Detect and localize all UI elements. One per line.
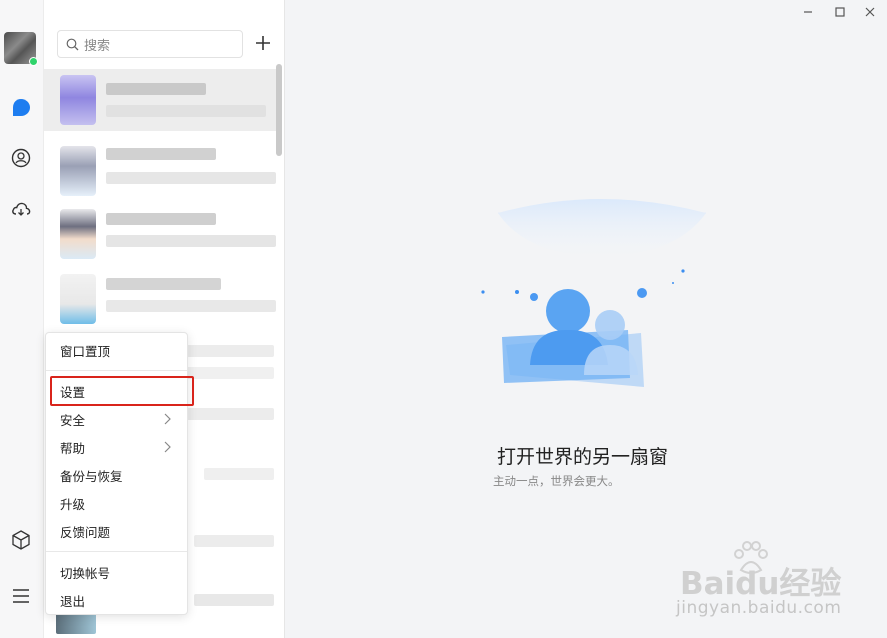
chat-name — [184, 345, 274, 357]
watermark-logo: Baidu经验 — [680, 566, 842, 602]
chat-avatar — [60, 274, 96, 324]
cube-icon[interactable] — [10, 529, 32, 551]
list-item[interactable] — [44, 140, 276, 202]
menu-item-help[interactable]: 帮助 — [46, 434, 187, 460]
cloud-icon[interactable] — [10, 198, 32, 220]
list-item[interactable] — [44, 268, 276, 330]
chat-name — [106, 213, 216, 225]
scrollbar[interactable] — [276, 64, 282, 156]
chat-bubble-icon[interactable] — [10, 97, 32, 119]
search-icon — [66, 38, 79, 50]
chat-name — [204, 468, 274, 480]
menu-item-security[interactable]: 安全 — [46, 406, 187, 432]
menu-item-pin-window[interactable]: 窗口置顶 — [46, 337, 187, 363]
chat-avatar — [60, 75, 96, 125]
settings-menu: 窗口置顶 设置 安全 帮助 备份与恢复 升级 反馈问题 切换帐号 退出 — [45, 332, 188, 615]
search-box[interactable]: 搜索 — [57, 30, 243, 58]
empty-state-illustration — [481, 199, 706, 387]
chat-avatar — [56, 612, 96, 634]
add-icon[interactable] — [252, 32, 274, 54]
chat-name — [194, 535, 274, 547]
empty-state-title: 打开世界的另一扇窗 — [294, 442, 878, 469]
chat-preview — [184, 367, 274, 379]
search-input[interactable]: 搜索 — [84, 35, 110, 54]
menu-item-feedback[interactable]: 反馈问题 — [46, 518, 187, 544]
menu-item-label: 安全 — [60, 412, 86, 428]
chevron-right-icon — [164, 441, 171, 453]
menu-item-upgrade[interactable]: 升级 — [46, 490, 187, 516]
contacts-icon[interactable] — [10, 147, 32, 169]
watermark-url: jingyan.baidu.com — [676, 598, 842, 618]
chat-preview — [106, 172, 276, 184]
empty-state-title-text: 打开世界的另一扇窗 — [497, 446, 669, 468]
menu-item-label: 帮助 — [60, 440, 86, 456]
chat-avatar — [60, 146, 96, 196]
maximize-icon[interactable] — [832, 4, 848, 20]
empty-state-subtitle: 主动一点，世界会更大。 — [294, 473, 878, 489]
navigation-rail — [0, 0, 44, 638]
chat-name — [106, 83, 206, 95]
list-item[interactable] — [44, 69, 276, 131]
menu-item-backup-restore[interactable]: 备份与恢复 — [46, 462, 187, 488]
online-status-dot — [29, 57, 38, 66]
hamburger-menu-icon[interactable] — [10, 585, 32, 607]
menu-item-exit[interactable]: 退出 — [46, 587, 187, 613]
highlight-box — [50, 376, 194, 406]
minimize-icon[interactable] — [800, 4, 816, 20]
list-item[interactable] — [44, 203, 276, 265]
chat-preview — [106, 235, 276, 247]
chat-name — [184, 408, 274, 420]
watermark: Baidu经验 jingyan.baidu.com — [676, 538, 876, 628]
chat-avatar — [60, 209, 96, 259]
chevron-right-icon — [164, 413, 171, 425]
chat-name — [194, 594, 274, 606]
chat-name — [106, 278, 221, 290]
empty-state-subtitle-text: 主动一点，世界会更大。 — [493, 474, 620, 488]
close-icon[interactable] — [862, 4, 878, 20]
menu-divider — [46, 551, 187, 552]
menu-divider — [46, 370, 187, 371]
chat-preview — [106, 300, 276, 312]
chat-name — [106, 148, 216, 160]
chat-preview — [106, 105, 266, 117]
menu-item-switch-account[interactable]: 切换帐号 — [46, 559, 187, 585]
